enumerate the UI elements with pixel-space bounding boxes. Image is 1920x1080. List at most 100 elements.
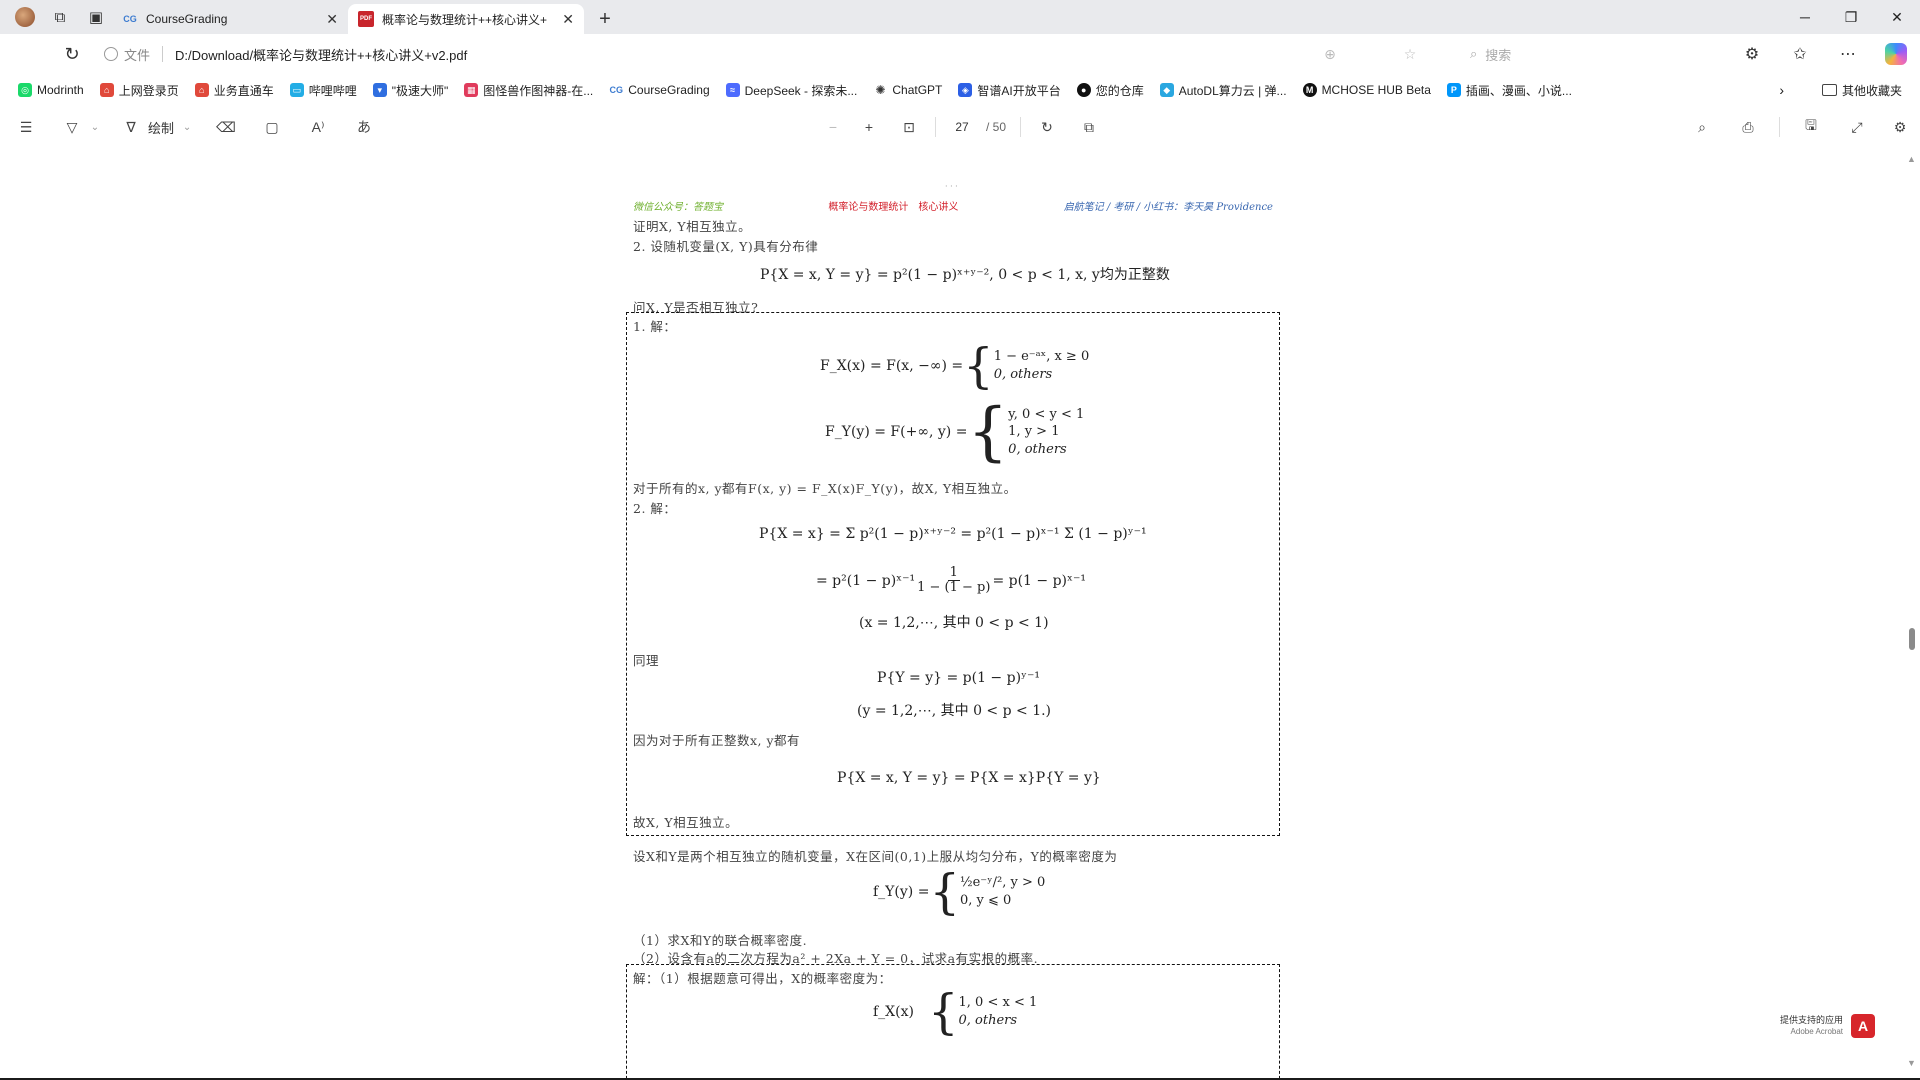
zoom-in-icon[interactable]: +: [851, 111, 887, 143]
site-info-button[interactable]: 文件: [104, 45, 150, 64]
scroll-down-icon[interactable]: ▼: [1907, 1058, 1916, 1068]
brace: {: [929, 864, 960, 920]
page-number-input[interactable]: [944, 115, 980, 139]
favorite-label: 其他收藏夹: [1841, 83, 1902, 98]
close-icon[interactable]: ✕: [326, 11, 338, 28]
tab-title: CourseGrading: [146, 12, 228, 26]
favorite-login[interactable]: ⌂ 上网登录页: [92, 77, 187, 103]
favorite-label: 您的仓库: [1095, 83, 1144, 98]
new-tab-button[interactable]: +: [590, 4, 620, 34]
header-left: 微信公众号：答题宝: [633, 202, 723, 213]
scrollbar-thumb[interactable]: [1909, 628, 1915, 650]
chevron-right-icon[interactable]: ›: [1779, 82, 1784, 98]
zoom-out-icon[interactable]: −: [815, 111, 851, 143]
pixiv-icon: P: [1446, 83, 1461, 97]
close-window-button[interactable]: ✕: [1874, 0, 1920, 34]
vertical-tabs-icon[interactable]: ▣: [80, 3, 112, 31]
divider: [1779, 117, 1780, 137]
divider: [162, 46, 164, 62]
favorite-modrinth[interactable]: ◎ Modrinth: [10, 77, 92, 103]
brace: {: [927, 984, 959, 1040]
rotate-icon[interactable]: ↻: [1029, 111, 1065, 143]
folder-icon: [1821, 84, 1837, 96]
highlight-group: ▽ ⌄: [58, 111, 104, 143]
favorite-label: 哔哩哔哩: [308, 83, 357, 98]
page-view-icon[interactable]: ⧉: [1071, 111, 1107, 143]
modrinth-icon: ◎: [18, 83, 32, 97]
equation-fy-density: f_Y(y) = { ½e⁻ʸ/², y > 0 0, y ⩽ 0: [873, 868, 1045, 916]
favorite-github[interactable]: ● 您的仓库: [1069, 77, 1152, 103]
text-line: 因为对于所有正整数x, y都有: [633, 733, 801, 748]
chevron-down-icon[interactable]: ⌄: [86, 111, 104, 143]
profile-button[interactable]: [10, 4, 40, 30]
fyy-lhs: f_Y(y) =: [873, 884, 930, 900]
close-icon[interactable]: ✕: [562, 11, 574, 28]
favorite-bilibili[interactable]: ▭ 哔哩哔哩: [282, 77, 365, 103]
favorite-autodl[interactable]: ◆ AutoDL算力云 | 弹...: [1152, 77, 1295, 103]
copilot-icon[interactable]: [1872, 38, 1920, 70]
print-icon[interactable]: ⎙: [1725, 111, 1771, 143]
refresh-icon[interactable]: ↻: [54, 38, 90, 70]
pdf-viewer[interactable]: · · · 微信公众号：答题宝 概率论与数理统计 核心讲义 启航笔记 / 考研 …: [0, 148, 1920, 1078]
favorite-star-icon[interactable]: ☆: [1390, 38, 1430, 70]
favorite-label: "极速大师": [391, 83, 449, 98]
restore-button[interactable]: ❐: [1828, 0, 1874, 34]
favorite-speed[interactable]: ▾ "极速大师": [365, 77, 457, 103]
equation-fx-density: f_X(x) { 1, 0 < x < 1 0, others: [873, 988, 1037, 1036]
vertical-scrollbar[interactable]: ▲ ▼: [1904, 148, 1920, 1078]
fx-lhs: F_X(x) = F(x, −∞) =: [820, 358, 964, 374]
favorite-pixiv[interactable]: P 插画、漫画、小说...: [1439, 77, 1580, 103]
equation-fy: F_Y(y) = F(+∞, y) = { y, 0 < y < 1 1, y …: [825, 400, 1084, 464]
equation-cond: (y = 1,2,⋯, 其中 0 < p < 1.): [857, 703, 1052, 719]
px-part: = p(1 − p)ˣ⁻¹: [992, 572, 1086, 589]
tab-coursegrading[interactable]: CG CourseGrading ✕: [112, 4, 348, 34]
fy-lhs: F_Y(y) = F(+∞, y) =: [825, 424, 968, 440]
text-box-icon[interactable]: ▢: [252, 111, 292, 143]
table-of-contents-icon[interactable]: ☰: [0, 111, 52, 143]
fullscreen-icon[interactable]: ⤢: [1834, 111, 1880, 143]
search-icon[interactable]: ⌕: [1679, 111, 1725, 143]
favorite-business[interactable]: ⌂ 业务直通车: [187, 77, 282, 103]
deepseek-icon: ≈: [725, 83, 740, 97]
profile-avatar: [15, 7, 35, 27]
favorite-zhipu[interactable]: ◈ 智谱AI开放平台: [950, 77, 1068, 103]
scroll-up-icon[interactable]: ▲: [1907, 154, 1916, 164]
fit-page-icon[interactable]: ⊡: [891, 111, 927, 143]
tab-pdf[interactable]: PDF 概率论与数理统计++核心讲义+ ✕: [348, 4, 584, 34]
translate-icon[interactable]: あ: [344, 111, 384, 143]
text-line: 对于所有的x, y都有F(x, y) = F_X(x)F_Y(y)，故X, Y相…: [633, 481, 1017, 496]
settings-icon[interactable]: ⚙: [1880, 111, 1920, 143]
tab-strip-tools: ⧉ ▣: [0, 0, 112, 34]
brace: {: [967, 395, 1009, 469]
case: 0, others: [958, 1013, 1018, 1028]
search-input[interactable]: ⌕ 搜索: [1470, 45, 1511, 64]
minimize-button[interactable]: ─: [1782, 0, 1828, 34]
draw-group[interactable]: ∇ 绘制 ⌄: [118, 111, 200, 143]
acrobat-badge[interactable]: 提供支持的应用 Adobe Acrobat A: [1780, 1014, 1876, 1038]
chevron-down-icon[interactable]: ⌄: [174, 111, 200, 143]
workspaces-icon[interactable]: ⧉: [44, 3, 76, 31]
zhipu-icon: ◈: [958, 83, 973, 97]
favorite-chatgpt[interactable]: ✺ ChatGPT: [865, 77, 950, 103]
favorite-deepseek[interactable]: ≈ DeepSeek - 探索未...: [718, 77, 866, 103]
highlighter-icon[interactable]: ▽: [58, 111, 86, 143]
url-field[interactable]: D:/Download/概率论与数理统计++核心讲义+v2.pdf: [175, 45, 467, 64]
favorites-icon[interactable]: ✩: [1776, 38, 1824, 70]
extensions-icon[interactable]: ⚙: [1728, 38, 1776, 70]
info-icon: [104, 47, 118, 61]
equation-cond: (x = 1,2,⋯, 其中 0 < p < 1): [859, 615, 1049, 631]
favorite-coursegrading[interactable]: CG CourseGrading: [601, 77, 717, 103]
page-marker: · · ·: [945, 182, 958, 191]
zoom-icon[interactable]: ⊕: [1310, 38, 1350, 70]
read-aloud-icon[interactable]: A⁾: [298, 111, 338, 143]
favorite-tuguaishou[interactable]: ▦ 图怪兽作图神器-在...: [456, 77, 601, 103]
save-icon[interactable]: 🖫: [1788, 111, 1834, 143]
eraser-icon[interactable]: ⌫: [206, 111, 246, 143]
search-placeholder: 搜索: [1485, 47, 1512, 63]
favorite-mchose[interactable]: M MCHOSE HUB Beta: [1295, 77, 1439, 103]
pdf-icon: PDF: [358, 11, 374, 27]
more-menu-icon[interactable]: ⋯: [1824, 38, 1872, 70]
text-line: 同理: [633, 653, 660, 668]
case: 0, y ⩽ 0: [959, 893, 1012, 908]
other-favorites-folder[interactable]: 其他收藏夹: [1814, 77, 1910, 103]
